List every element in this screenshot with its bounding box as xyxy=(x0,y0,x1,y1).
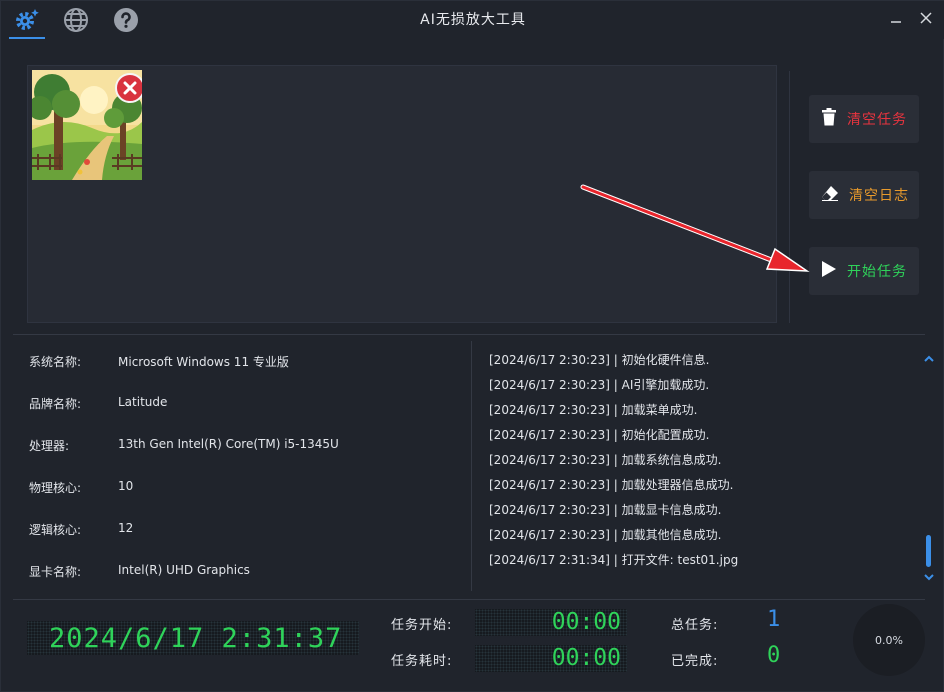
log-line: [2024/6/17 2:30:23] | 加载系统信息成功. xyxy=(489,453,722,467)
minimize-icon[interactable] xyxy=(885,7,907,29)
eraser-icon xyxy=(821,185,839,205)
log-line: [2024/6/17 2:30:23] | 加载菜单成功. xyxy=(489,403,698,417)
divider xyxy=(471,341,472,591)
start-tasks-label: 开始任务 xyxy=(847,264,907,280)
log-line: [2024/6/17 2:30:23] | 初始化配置成功. xyxy=(489,428,710,442)
window-title: AI无损放大工具 xyxy=(420,12,526,28)
start-tasks-button[interactable]: 开始任务 xyxy=(809,247,919,295)
play-icon xyxy=(821,260,837,282)
log-line: [2024/6/17 2:31:34] | 打开文件: test01.jpg xyxy=(489,553,739,567)
image-thumbnail[interactable] xyxy=(32,70,142,180)
completed-label: 已完成: xyxy=(671,654,719,669)
clear-tasks-label: 清空任务 xyxy=(847,112,907,128)
log-line: [2024/6/17 2:30:23] | 加载处理器信息成功. xyxy=(489,478,734,492)
close-icon[interactable] xyxy=(915,7,937,29)
task-elapsed-display: 00:00 xyxy=(475,645,627,672)
log-scrollbar[interactable] xyxy=(921,349,939,581)
scroll-up-icon[interactable] xyxy=(923,349,935,368)
log-line: [2024/6/17 2:30:23] | AI引擎加载成功. xyxy=(489,378,710,392)
log-line: [2024/6/17 2:30:23] | 加载其他信息成功. xyxy=(489,528,722,542)
divider xyxy=(13,334,925,335)
delete-icon[interactable] xyxy=(115,73,142,103)
progress-ring: 0.0% xyxy=(853,604,925,676)
current-time-display: 2024/6/17 2:31:37 xyxy=(27,621,359,655)
total-tasks-value: 1 xyxy=(767,607,781,632)
task-start-display: 00:00 xyxy=(475,609,627,636)
log-line: [2024/6/17 2:30:23] | 加载显卡信息成功. xyxy=(489,503,722,517)
scroll-thumb[interactable] xyxy=(926,535,931,567)
scroll-down-icon[interactable] xyxy=(923,567,935,586)
completed-value: 0 xyxy=(767,643,781,668)
total-tasks-label: 总任务: xyxy=(671,618,719,633)
task-elapsed-label: 任务耗时: xyxy=(391,654,453,669)
log-line: [2024/6/17 2:30:23] | 初始化硬件信息. xyxy=(489,353,710,367)
annotation-arrow xyxy=(580,184,810,272)
clear-tasks-button[interactable]: 清空任务 xyxy=(809,95,919,143)
divider xyxy=(13,599,925,600)
trash-icon xyxy=(821,108,837,130)
app-window: AI无损放大工具 清空任务 清空日志 开始任务 系统名称: Microsoft … xyxy=(0,0,944,692)
clear-log-label: 清空日志 xyxy=(849,188,909,204)
progress-percent: 0.0% xyxy=(875,633,903,647)
clear-log-button[interactable]: 清空日志 xyxy=(809,171,919,219)
title-bar: AI无损放大工具 xyxy=(1,1,944,39)
task-start-label: 任务开始: xyxy=(391,618,453,633)
